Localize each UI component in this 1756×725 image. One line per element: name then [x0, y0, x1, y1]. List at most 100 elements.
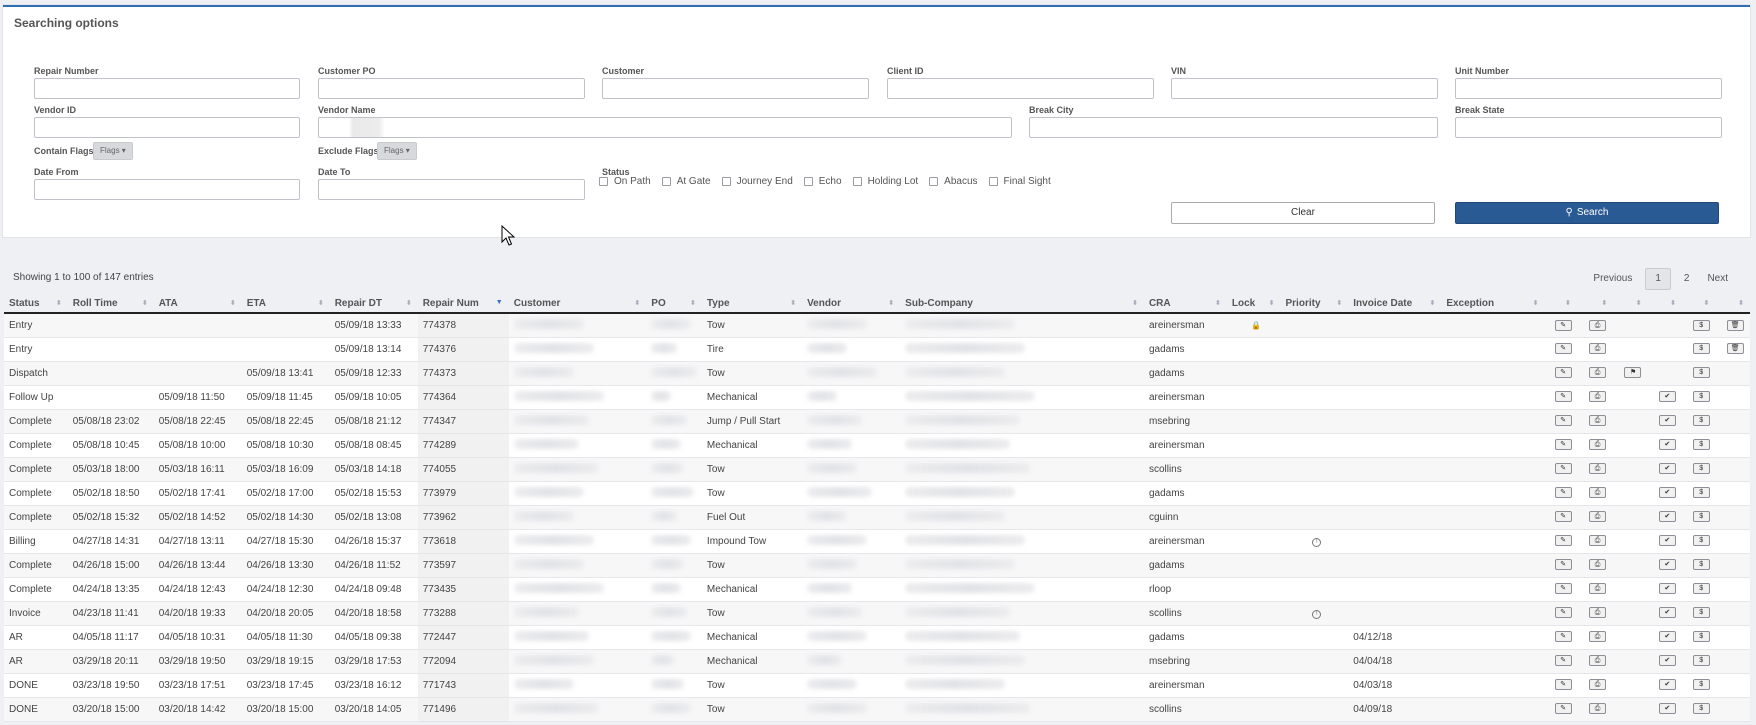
dollar-icon[interactable]: $	[1692, 463, 1710, 475]
status-option-at-gate[interactable]: At Gate	[661, 174, 711, 188]
repair-num-cell[interactable]: 773435	[417, 577, 509, 602]
check-icon[interactable]: ✔	[1658, 535, 1676, 547]
table-row[interactable]: Complete 05/08/18 10:45 05/08/18 10:00 05/0…	[4, 433, 1750, 458]
table-row[interactable]: Billing 04/27/18 14:31 04/27/18 13:11 04/27…	[4, 529, 1750, 554]
dollar-icon[interactable]: $	[1692, 367, 1710, 379]
repair-num-cell[interactable]: 774347	[417, 409, 509, 434]
repair-num-cell[interactable]: 771743	[417, 673, 509, 698]
column-header-roll-time[interactable]: Roll Time ⬍	[67, 294, 154, 314]
print-icon[interactable]: ⎙	[1589, 607, 1607, 619]
checkbox[interactable]	[661, 176, 671, 186]
table-row[interactable]: Entry 05/09/18 13:33 774378 Tow areinersman 🔒…	[4, 313, 1750, 338]
print-icon[interactable]: ⎙	[1589, 511, 1607, 523]
column-header-type[interactable]: Type ⬍	[701, 294, 803, 314]
table-row[interactable]: DONE 03/23/18 19:50 03/23/18 17:51 03/23/18…	[4, 673, 1750, 698]
status-option-final-sight[interactable]: Final Sight	[988, 174, 1051, 188]
column-header-po[interactable]: PO ⬍	[646, 294, 702, 314]
repair-num-cell[interactable]: 771496	[417, 697, 509, 722]
customer-po-input[interactable]	[318, 78, 585, 99]
clear-button[interactable]: Clear	[1171, 202, 1435, 224]
column-header-cra[interactable]: CRA ⬍	[1143, 294, 1227, 314]
exclude-flags-dropdown[interactable]: Flags ▾	[377, 142, 417, 160]
status-option-holding-lot[interactable]: Holding Lot	[852, 174, 918, 188]
next-page-button[interactable]: Next	[1698, 269, 1737, 289]
dollar-icon[interactable]: $	[1692, 439, 1710, 451]
print-icon[interactable]: ⎙	[1589, 391, 1607, 403]
print-icon[interactable]: ⎙	[1589, 415, 1607, 427]
dollar-icon[interactable]: $	[1692, 487, 1710, 499]
column-header-repair-num[interactable]: Repair Num ▼	[417, 294, 509, 314]
print-icon[interactable]: ⎙	[1589, 439, 1607, 451]
dollar-icon[interactable]: $	[1692, 583, 1710, 595]
dollar-icon[interactable]: $	[1692, 631, 1710, 643]
edit-icon[interactable]: ✎	[1554, 703, 1572, 715]
edit-icon[interactable]: ✎	[1554, 535, 1572, 547]
previous-page-button[interactable]: Previous	[1584, 269, 1641, 289]
checkbox[interactable]	[852, 176, 862, 186]
table-row[interactable]: Complete 04/26/18 15:00 04/26/18 13:44 04/2…	[4, 553, 1750, 578]
dollar-icon[interactable]: $	[1692, 319, 1710, 331]
dollar-icon[interactable]: $	[1692, 343, 1710, 355]
status-option-echo[interactable]: Echo	[803, 174, 842, 188]
check-icon[interactable]: ✔	[1658, 415, 1676, 427]
client-id-input[interactable]	[887, 78, 1154, 99]
break-state-input[interactable]	[1455, 117, 1722, 138]
column-header-exception[interactable]: Exception ⬍	[1441, 294, 1545, 314]
print-icon[interactable]: ⎙	[1589, 319, 1607, 331]
trash-icon[interactable]: 🗑	[1726, 319, 1744, 331]
print-icon[interactable]: ⎙	[1589, 583, 1607, 595]
print-icon[interactable]: ⎙	[1589, 655, 1607, 667]
column-header-eta[interactable]: ETA ⬍	[241, 294, 330, 314]
print-icon[interactable]: ⎙	[1589, 343, 1607, 355]
print-icon[interactable]: ⎙	[1589, 367, 1607, 379]
dollar-icon[interactable]: $	[1692, 535, 1710, 547]
checkbox[interactable]	[803, 176, 813, 186]
edit-icon[interactable]: ✎	[1554, 463, 1572, 475]
repair-num-cell[interactable]: 773962	[417, 505, 509, 530]
table-row[interactable]: Complete 05/03/18 18:00 05/03/18 16:11 05/0…	[4, 457, 1750, 482]
repair-num-cell[interactable]: 774364	[417, 385, 509, 410]
edit-icon[interactable]: ✎	[1554, 559, 1572, 571]
table-row[interactable]: DONE 03/20/18 15:00 03/20/18 14:42 03/20/18…	[4, 697, 1750, 722]
column-header-vendor[interactable]: Vendor ⬍	[802, 294, 901, 314]
column-header-trash[interactable]: ⬍	[1715, 294, 1750, 314]
check-icon[interactable]: ✔	[1658, 655, 1676, 667]
repair-num-cell[interactable]: 773618	[417, 529, 509, 554]
column-header-lock[interactable]: Lock ⬍	[1226, 294, 1281, 314]
table-row[interactable]: Entry 05/09/18 13:14 774376 Tire gadams ✎ ⎙ $ 🗑	[4, 337, 1750, 362]
dollar-icon[interactable]: $	[1692, 655, 1710, 667]
edit-icon[interactable]: ✎	[1554, 319, 1572, 331]
status-option-on-path[interactable]: On Path	[599, 174, 651, 188]
page-button-2[interactable]: 2	[1675, 269, 1699, 289]
repair-num-cell[interactable]: 773597	[417, 553, 509, 578]
flag-icon[interactable]: ⚑	[1624, 367, 1642, 379]
edit-icon[interactable]: ✎	[1554, 415, 1572, 427]
check-icon[interactable]: ✔	[1658, 391, 1676, 403]
dollar-icon[interactable]: $	[1692, 679, 1710, 691]
repair-num-cell[interactable]: 772447	[417, 625, 509, 650]
dollar-icon[interactable]: $	[1692, 415, 1710, 427]
check-icon[interactable]: ✔	[1658, 559, 1676, 571]
column-header-edit[interactable]: ⬍	[1544, 294, 1577, 314]
date-to-input[interactable]	[318, 179, 585, 200]
customer-input[interactable]	[602, 78, 869, 99]
edit-icon[interactable]: ✎	[1554, 439, 1572, 451]
column-header-check[interactable]: ⬍	[1647, 294, 1683, 314]
edit-icon[interactable]: ✎	[1554, 655, 1572, 667]
checkbox[interactable]	[929, 176, 939, 186]
unit-number-input[interactable]	[1455, 78, 1722, 99]
repair-num-cell[interactable]: 774378	[417, 313, 509, 338]
repair-num-cell[interactable]: 774376	[417, 337, 509, 362]
trash-icon[interactable]: 🗑	[1726, 343, 1744, 355]
vendor-id-input[interactable]	[34, 117, 300, 138]
check-icon[interactable]: ✔	[1658, 463, 1676, 475]
dollar-icon[interactable]: $	[1692, 391, 1710, 403]
table-row[interactable]: Invoice 04/23/18 11:41 04/20/18 19:33 04/20…	[4, 601, 1750, 626]
repair-num-cell[interactable]: 774373	[417, 361, 509, 386]
repair-num-cell[interactable]: 774289	[417, 433, 509, 458]
edit-icon[interactable]: ✎	[1554, 367, 1572, 379]
column-header-dollar[interactable]: ⬍	[1682, 294, 1716, 314]
column-header-priority[interactable]: Priority ⬍	[1280, 294, 1349, 314]
column-header-ata[interactable]: ATA ⬍	[153, 294, 242, 314]
edit-icon[interactable]: ✎	[1554, 583, 1572, 595]
